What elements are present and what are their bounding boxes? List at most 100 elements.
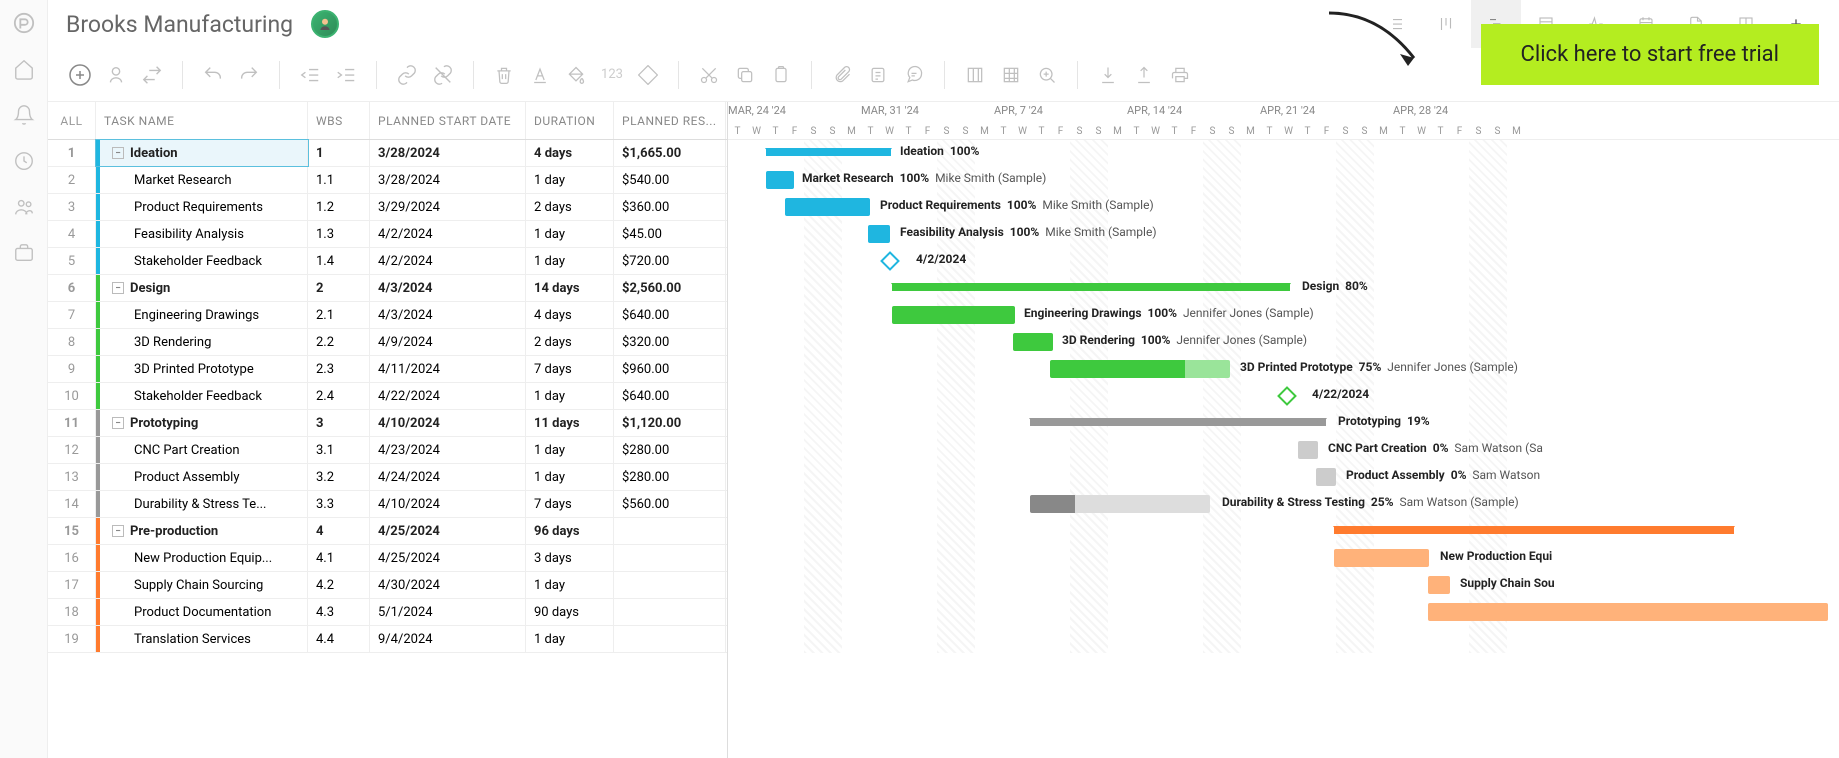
wbs-cell[interactable]: 2.2 [308, 329, 370, 355]
swap-icon[interactable] [138, 61, 166, 89]
resource-cell[interactable] [614, 599, 726, 625]
team-icon[interactable] [13, 196, 35, 218]
start-cell[interactable]: 3/29/2024 [370, 194, 526, 220]
resource-cell[interactable] [614, 626, 726, 652]
wbs-cell[interactable]: 4.1 [308, 545, 370, 571]
wbs-cell[interactable]: 3.3 [308, 491, 370, 517]
logo-icon[interactable] [13, 12, 35, 34]
resource-cell[interactable]: $640.00 [614, 383, 726, 409]
bell-icon[interactable] [13, 104, 35, 126]
resource-cell[interactable]: $1,120.00 [614, 410, 726, 436]
user-avatar[interactable] [311, 10, 339, 38]
task-name-cell[interactable]: Translation Services [96, 626, 308, 652]
start-cell[interactable]: 4/24/2024 [370, 464, 526, 490]
link-icon[interactable] [393, 61, 421, 89]
task-row[interactable]: 13 Product Assembly 3.2 4/24/2024 1 day … [48, 464, 727, 491]
duration-cell[interactable]: 90 days [526, 599, 614, 625]
start-cell[interactable]: 5/1/2024 [370, 599, 526, 625]
task-name-cell[interactable]: Feasibility Analysis [96, 221, 308, 247]
resource-cell[interactable] [614, 518, 726, 544]
export-icon[interactable] [1130, 61, 1158, 89]
duration-cell[interactable]: 7 days [526, 491, 614, 517]
task-name-cell[interactable]: 3D Rendering [96, 329, 308, 355]
font-color-icon[interactable] [526, 61, 554, 89]
duration-cell[interactable]: 1 day [526, 248, 614, 274]
task-row[interactable]: 8 3D Rendering 2.2 4/9/2024 2 days $320.… [48, 329, 727, 356]
wbs-cell[interactable]: 1.4 [308, 248, 370, 274]
wbs-cell[interactable]: 2.3 [308, 356, 370, 382]
briefcase-icon[interactable] [13, 242, 35, 264]
task-name-cell[interactable]: Product Requirements [96, 194, 308, 220]
wbs-cell[interactable]: 2.1 [308, 302, 370, 328]
task-row[interactable]: 14 Durability & Stress Te... 3.3 4/10/20… [48, 491, 727, 518]
task-row[interactable]: 5 Stakeholder Feedback 1.4 4/2/2024 1 da… [48, 248, 727, 275]
resource-cell[interactable]: $45.00 [614, 221, 726, 247]
duration-cell[interactable]: 1 day [526, 383, 614, 409]
task-name-cell[interactable]: −Design [96, 275, 308, 301]
duration-cell[interactable]: 3 days [526, 545, 614, 571]
duration-cell[interactable]: 7 days [526, 356, 614, 382]
duration-cell[interactable]: 2 days [526, 329, 614, 355]
shape-icon[interactable] [634, 61, 662, 89]
task-bar[interactable] [1298, 441, 1318, 459]
col-task[interactable]: TASK NAME [96, 102, 308, 139]
duration-cell[interactable]: 1 day [526, 167, 614, 193]
col-wbs[interactable]: WBS [308, 102, 370, 139]
start-cell[interactable]: 4/2/2024 [370, 248, 526, 274]
task-row[interactable]: 10 Stakeholder Feedback 2.4 4/22/2024 1 … [48, 383, 727, 410]
task-name-cell[interactable]: Product Documentation [96, 599, 308, 625]
zoom-icon[interactable] [1033, 61, 1061, 89]
undo-icon[interactable] [199, 61, 227, 89]
resource-cell[interactable]: $280.00 [614, 464, 726, 490]
resource-cell[interactable] [614, 545, 726, 571]
task-bar[interactable] [1030, 495, 1210, 513]
duration-cell[interactable]: 4 days [526, 140, 614, 166]
home-icon[interactable] [13, 58, 35, 80]
task-bar[interactable] [1428, 603, 1828, 621]
duration-cell[interactable]: 4 days [526, 302, 614, 328]
task-bar[interactable] [868, 225, 890, 243]
print-icon[interactable] [1166, 61, 1194, 89]
start-cell[interactable]: 4/23/2024 [370, 437, 526, 463]
task-row[interactable]: 18 Product Documentation 4.3 5/1/2024 90… [48, 599, 727, 626]
task-row[interactable]: 17 Supply Chain Sourcing 4.2 4/30/2024 1… [48, 572, 727, 599]
wbs-cell[interactable]: 3.1 [308, 437, 370, 463]
wbs-cell[interactable]: 1.2 [308, 194, 370, 220]
comment-icon[interactable] [900, 61, 928, 89]
wbs-cell[interactable]: 3 [308, 410, 370, 436]
task-name-cell[interactable]: New Production Equip... [96, 545, 308, 571]
add-task-icon[interactable] [66, 61, 94, 89]
wbs-cell[interactable]: 2 [308, 275, 370, 301]
task-row[interactable]: 2 Market Research 1.1 3/28/2024 1 day $5… [48, 167, 727, 194]
resource-cell[interactable]: $640.00 [614, 302, 726, 328]
start-cell[interactable]: 3/28/2024 [370, 167, 526, 193]
task-name-cell[interactable]: CNC Part Creation [96, 437, 308, 463]
task-row[interactable]: 11 −Prototyping 3 4/10/2024 11 days $1,1… [48, 410, 727, 437]
collapse-icon[interactable]: − [112, 147, 124, 159]
summary-bar[interactable] [1334, 526, 1734, 534]
start-cell[interactable]: 4/10/2024 [370, 410, 526, 436]
cta-button[interactable]: Click here to start free trial [1481, 24, 1819, 85]
task-bar[interactable] [1050, 360, 1230, 378]
task-bar[interactable] [1334, 549, 1429, 567]
wbs-cell[interactable]: 1 [308, 140, 370, 166]
task-bar[interactable] [1316, 468, 1336, 486]
start-cell[interactable]: 9/4/2024 [370, 626, 526, 652]
task-row[interactable]: 9 3D Printed Prototype 2.3 4/11/2024 7 d… [48, 356, 727, 383]
summary-bar[interactable] [1030, 418, 1326, 426]
start-cell[interactable]: 4/2/2024 [370, 221, 526, 247]
task-bar[interactable] [1428, 576, 1450, 594]
task-name-cell[interactable]: Market Research [96, 167, 308, 193]
summary-bar[interactable] [892, 283, 1290, 291]
duration-cell[interactable]: 1 day [526, 221, 614, 247]
cut-icon[interactable] [695, 61, 723, 89]
duration-cell[interactable]: 11 days [526, 410, 614, 436]
resource-cell[interactable]: $720.00 [614, 248, 726, 274]
resource-cell[interactable]: $2,560.00 [614, 275, 726, 301]
duration-cell[interactable]: 1 day [526, 626, 614, 652]
task-bar[interactable] [892, 306, 1015, 324]
task-name-cell[interactable]: Stakeholder Feedback [96, 248, 308, 274]
wbs-cell[interactable]: 2.4 [308, 383, 370, 409]
col-dur[interactable]: DURATION [526, 102, 614, 139]
start-cell[interactable]: 4/11/2024 [370, 356, 526, 382]
